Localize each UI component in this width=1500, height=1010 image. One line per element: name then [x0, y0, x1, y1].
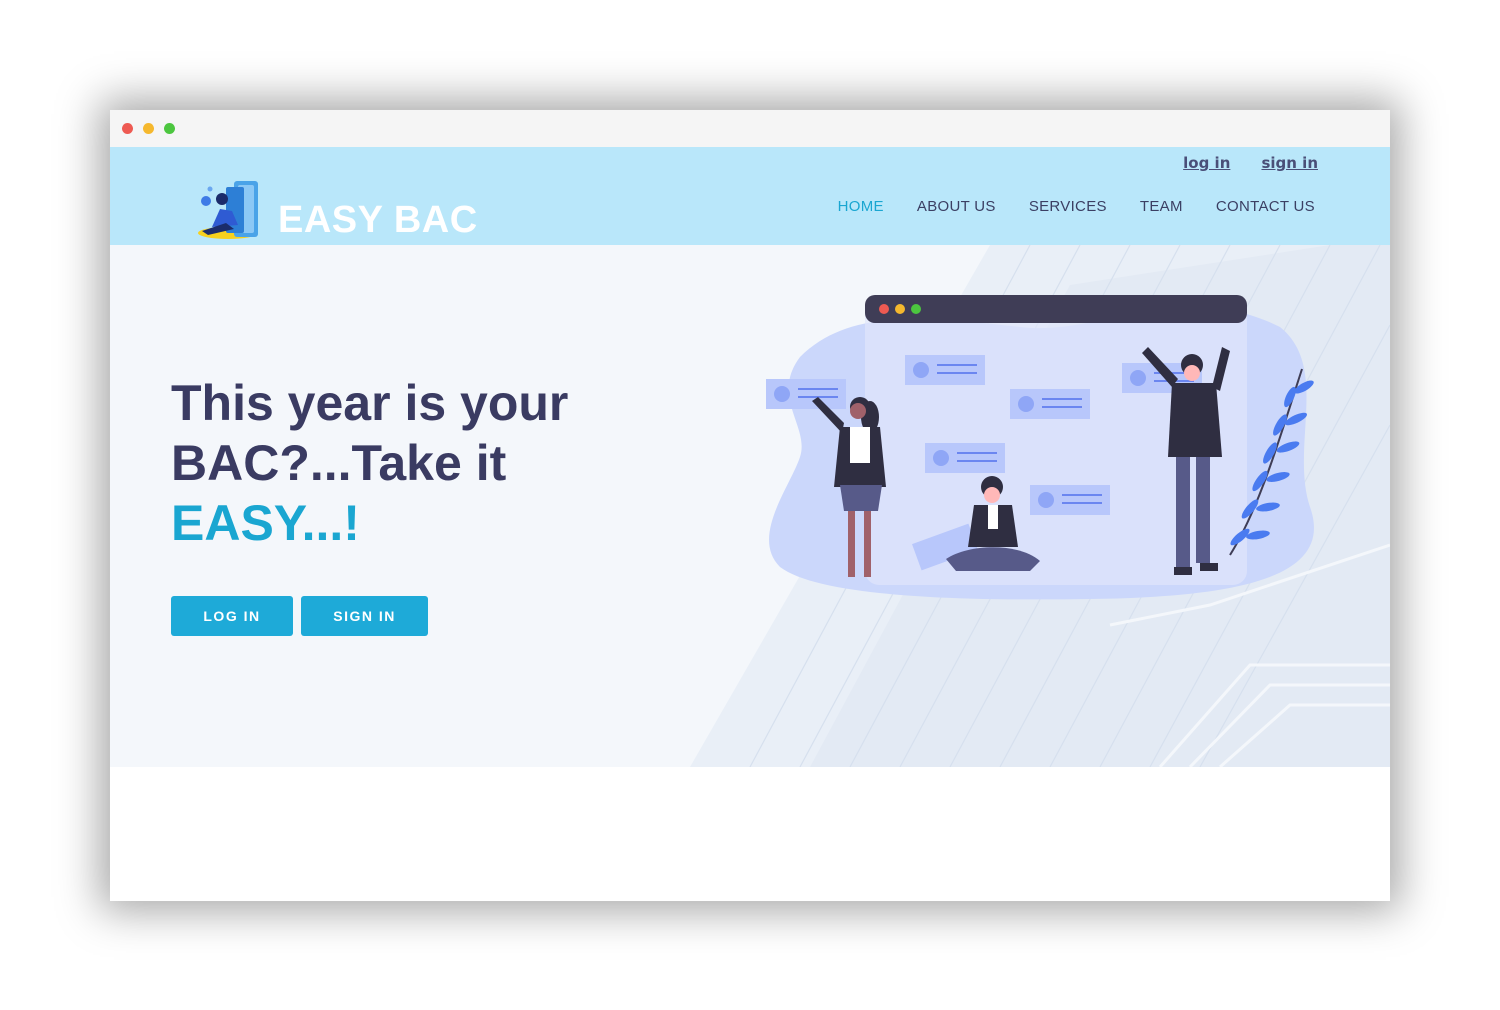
signin-button[interactable]: SIGN IN — [301, 596, 429, 636]
brand-name: EASY BAC — [278, 199, 478, 241]
page-lower-area — [110, 767, 1390, 901]
site-header: EASY BAC log in sign in HOME ABOUT US SE… — [110, 147, 1390, 245]
website: EASY BAC log in sign in HOME ABOUT US SE… — [110, 147, 1390, 901]
login-link[interactable]: log in — [1183, 154, 1230, 172]
minimize-window-button[interactable] — [143, 123, 154, 134]
headline-line-1: This year is your — [171, 375, 569, 431]
headline-accent: EASY...! — [171, 495, 360, 551]
window-titlebar — [110, 110, 1390, 147]
nav-item-home[interactable]: HOME — [838, 198, 884, 215]
team-collaboration-illustration — [766, 295, 1314, 600]
nav-item-team[interactable]: TEAM — [1140, 198, 1183, 215]
browser-window: EASY BAC log in sign in HOME ABOUT US SE… — [110, 110, 1390, 901]
maximize-window-button[interactable] — [164, 123, 175, 134]
main-nav: HOME ABOUT US SERVICES TEAM CONTACT US — [810, 196, 1315, 215]
login-button[interactable]: LOG IN — [171, 596, 293, 636]
hero-section: This year is your BAC?...Take it EASY...… — [110, 245, 1390, 767]
close-window-button[interactable] — [122, 123, 133, 134]
auth-links: log in sign in — [1157, 153, 1318, 172]
brand-logo[interactable]: EASY BAC — [198, 175, 498, 245]
student-reading-books-icon — [198, 181, 258, 239]
nav-item-services[interactable]: SERVICES — [1029, 198, 1107, 215]
headline-line-2: BAC?...Take it — [171, 435, 507, 491]
signin-link[interactable]: sign in — [1261, 154, 1318, 172]
nav-item-contact-us[interactable]: CONTACT US — [1216, 198, 1315, 215]
nav-item-about-us[interactable]: ABOUT US — [917, 198, 996, 215]
hero-headline: This year is your BAC?...Take it EASY...… — [171, 373, 691, 553]
hero-buttons: LOG IN SIGN IN — [171, 596, 429, 636]
